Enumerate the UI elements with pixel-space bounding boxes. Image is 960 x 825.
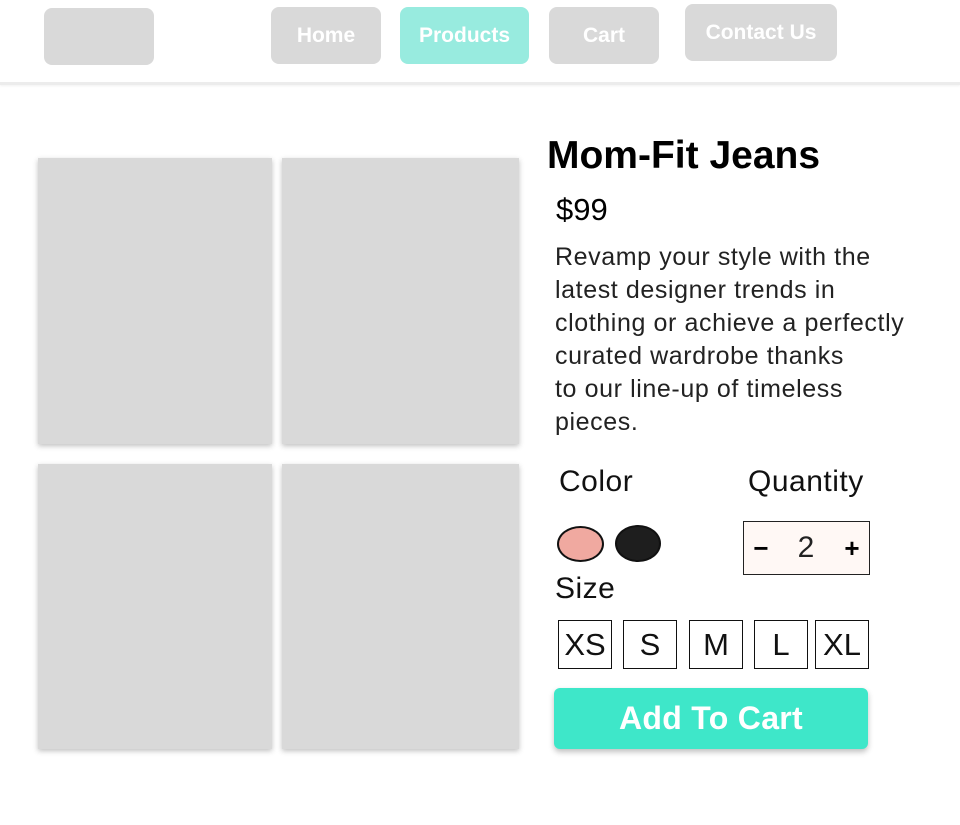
size-option-s[interactable]: S	[623, 620, 677, 669]
color-swatch-pink[interactable]	[557, 526, 604, 562]
add-to-cart-button[interactable]: Add To Cart	[554, 688, 868, 749]
size-option-m[interactable]: M	[689, 620, 743, 669]
size-label: Size	[555, 572, 616, 605]
product-image-4[interactable]	[282, 464, 519, 749]
product-image-1[interactable]	[38, 158, 272, 444]
color-swatch-black[interactable]	[615, 525, 661, 562]
size-option-xl[interactable]: XL	[815, 620, 869, 669]
quantity-decrement-button[interactable]: −	[748, 522, 774, 574]
size-option-l[interactable]: L	[754, 620, 808, 669]
color-label: Color	[559, 465, 634, 498]
logo-placeholder[interactable]	[44, 8, 154, 65]
product-image-3[interactable]	[38, 464, 272, 749]
product-image-2[interactable]	[282, 158, 519, 444]
product-description: Revamp your style with the latest design…	[555, 243, 905, 436]
quantity-value: 2	[797, 531, 815, 564]
quantity-increment-button[interactable]: +	[839, 522, 865, 574]
quantity-label: Quantity	[748, 465, 864, 498]
nav-cart-button[interactable]: Cart	[549, 7, 659, 64]
product-price: $99	[556, 192, 608, 227]
nav-contact-button[interactable]: Contact Us	[685, 4, 837, 61]
nav-home-button[interactable]: Home	[271, 7, 381, 64]
size-option-xs[interactable]: XS	[558, 620, 612, 669]
nav-products-button[interactable]: Products	[400, 7, 529, 64]
site-header: Home Products Cart Contact Us	[0, 0, 960, 85]
quantity-stepper: − 2 +	[743, 521, 870, 575]
product-title: Mom-Fit Jeans	[547, 134, 821, 177]
